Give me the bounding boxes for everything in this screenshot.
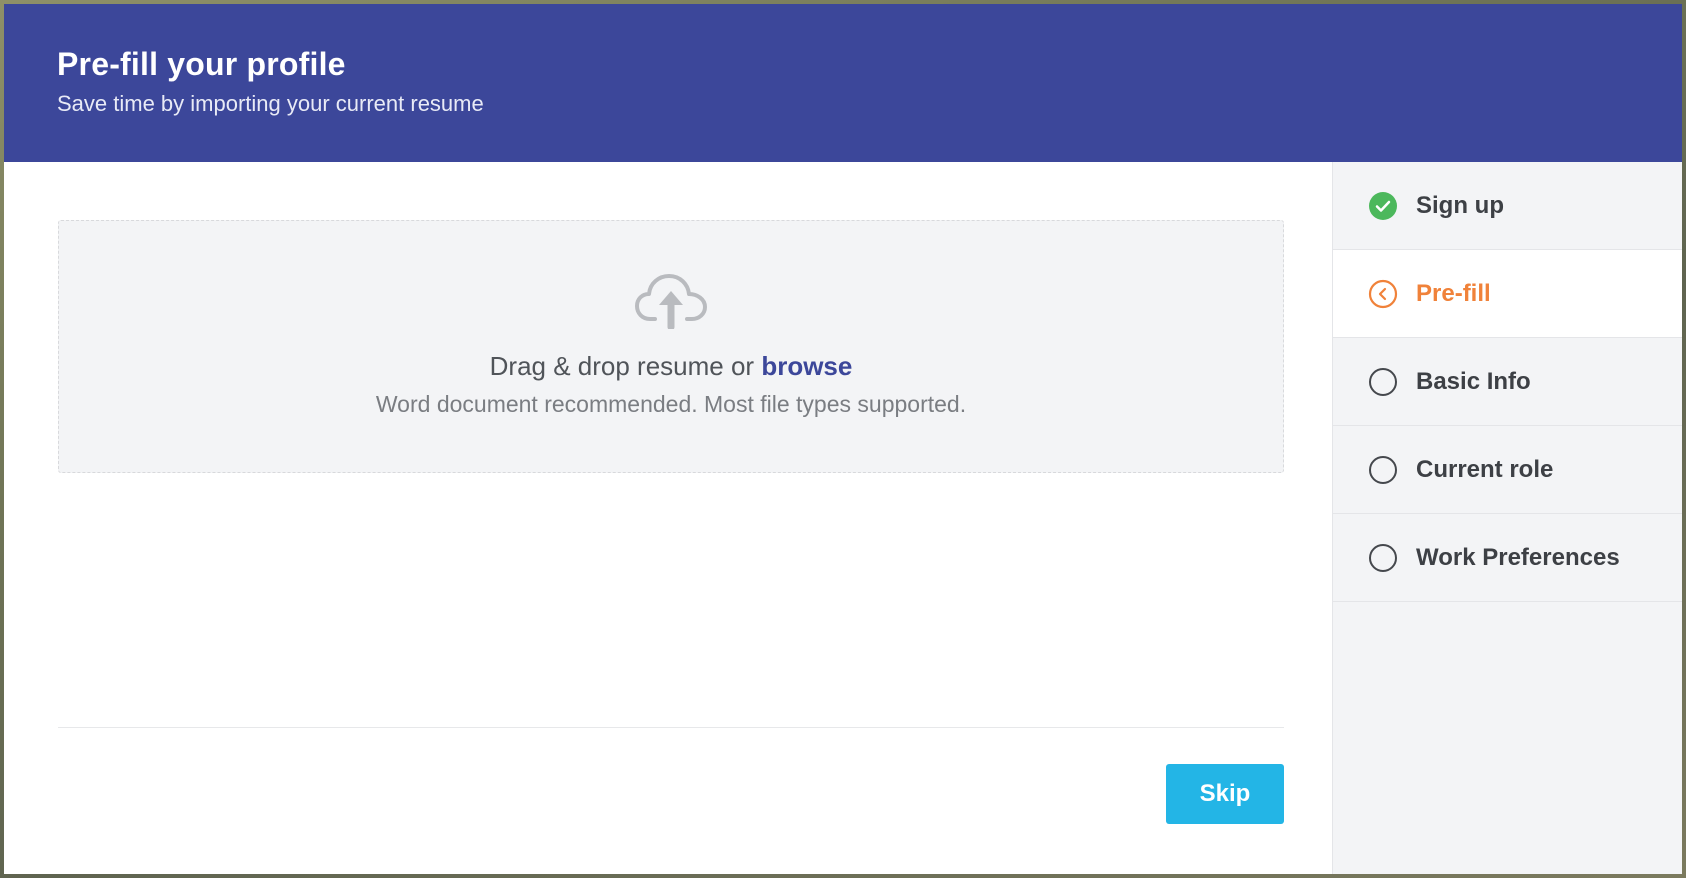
step-label: Pre-fill (1416, 279, 1491, 307)
main-content: Drag & drop resume or browse Word docume… (4, 162, 1332, 874)
dropzone-prompt: Drag & drop resume or browse (59, 351, 1283, 382)
step-pre-fill[interactable]: Pre-fill (1333, 250, 1682, 338)
empty-circle-icon (1369, 367, 1397, 396)
browse-link[interactable]: browse (761, 351, 852, 381)
cloud-upload-icon (635, 274, 707, 329)
page-subtitle: Save time by importing your current resu… (57, 91, 484, 116)
prefill-modal: Pre-fill your profile Save time by impor… (4, 4, 1682, 874)
step-current-role[interactable]: Current role (1333, 426, 1682, 514)
step-label: Work Preferences (1416, 543, 1620, 571)
empty-circle-icon (1369, 455, 1397, 484)
step-label: Basic Info (1416, 367, 1531, 395)
dropzone-hint: Word document recommended. Most file typ… (375, 391, 967, 417)
step-basic-info[interactable]: Basic Info (1333, 338, 1682, 426)
step-label: Sign up (1416, 191, 1504, 219)
step-work-preferences[interactable]: Work Preferences (1333, 514, 1682, 602)
steps-sidebar: Sign up Pre-fill Basic Info Current role (1332, 162, 1682, 874)
resume-dropzone[interactable]: Drag & drop resume or browse Word docume… (58, 220, 1284, 473)
dropzone-prompt-text: Drag & drop resume or (489, 351, 762, 381)
step-sign-up[interactable]: Sign up (1333, 162, 1682, 250)
empty-circle-icon (1369, 543, 1397, 572)
check-circle-icon (1369, 191, 1397, 220)
page-title: Pre-fill your profile (57, 46, 346, 82)
step-label: Current role (1416, 455, 1554, 483)
chevron-left-circle-icon (1368, 279, 1398, 308)
modal-header: Pre-fill your profile Save time by impor… (4, 4, 1682, 162)
skip-button[interactable]: Skip (1166, 764, 1284, 824)
footer-divider (58, 727, 1284, 728)
